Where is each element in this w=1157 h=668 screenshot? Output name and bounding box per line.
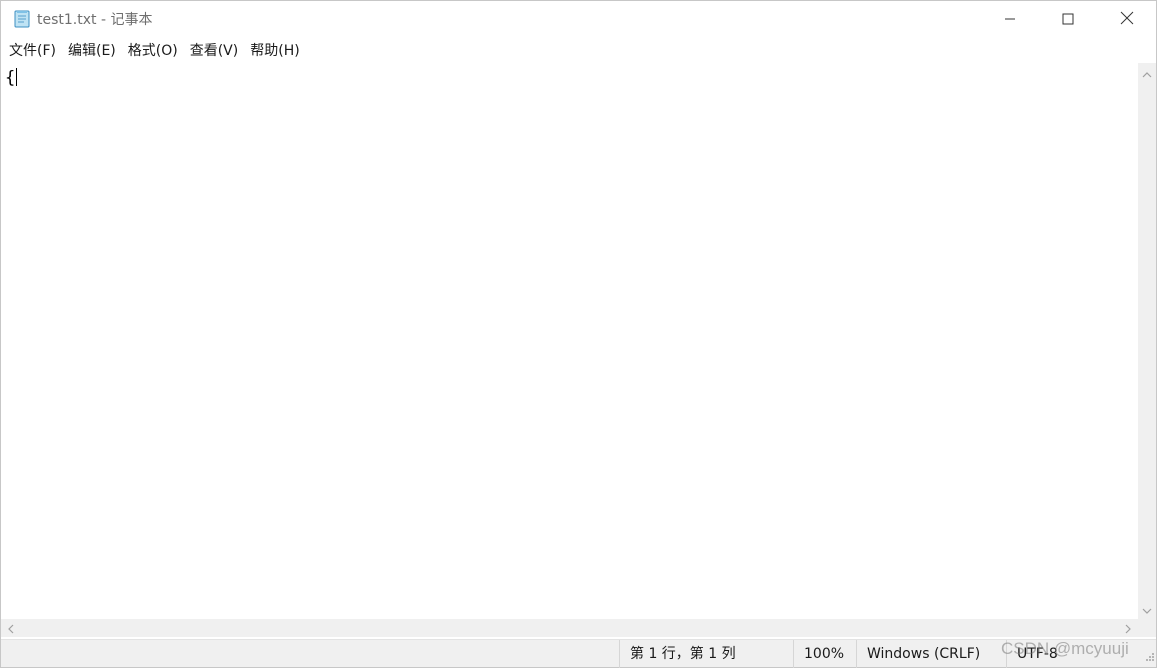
chevron-left-icon — [7, 619, 15, 638]
title-bar[interactable]: test1.txt - 记事本 — [1, 1, 1156, 39]
text-editor[interactable]: { — [1, 63, 1138, 619]
chevron-up-icon — [1142, 64, 1152, 83]
scroll-up-button[interactable] — [1138, 63, 1156, 83]
menu-edit[interactable]: 编辑(E) — [62, 40, 122, 62]
menu-file[interactable]: 文件(F) — [3, 40, 62, 62]
window-title: test1.txt - 记事本 — [37, 12, 153, 28]
close-icon — [1120, 10, 1134, 29]
close-button[interactable] — [1098, 1, 1156, 37]
vertical-scrollbar[interactable] — [1138, 63, 1156, 619]
status-cursor-position: 第 1 行，第 1 列 — [619, 640, 793, 668]
menu-bar: 文件(F) 编辑(E) 格式(O) 查看(V) 帮助(H) — [1, 39, 1156, 63]
status-line-ending: Windows (CRLF) — [856, 640, 1006, 668]
status-zoom: 100% — [793, 640, 856, 668]
maximize-icon — [1062, 10, 1074, 29]
scroll-down-button[interactable] — [1138, 599, 1156, 619]
scroll-right-button[interactable] — [1118, 619, 1138, 637]
menu-format[interactable]: 格式(O) — [122, 40, 184, 62]
menu-view[interactable]: 查看(V) — [184, 40, 245, 62]
text-caret — [16, 68, 18, 86]
minimize-icon — [1004, 10, 1016, 29]
notepad-window: test1.txt - 记事本 文件(F) 编辑(E) 格式(O) 查看(V) … — [0, 0, 1157, 668]
chevron-down-icon — [1142, 600, 1152, 619]
chevron-right-icon — [1124, 619, 1132, 638]
watermark: CSDN @mcyuuji — [1001, 639, 1129, 658]
notepad-icon — [12, 9, 32, 29]
horizontal-scrollbar[interactable] — [1, 619, 1138, 637]
editor-content: { — [5, 68, 16, 88]
scrollbar-corner — [1138, 619, 1156, 637]
minimize-button[interactable] — [981, 1, 1039, 37]
maximize-button[interactable] — [1039, 1, 1097, 37]
editor-content-line[interactable]: { — [5, 67, 18, 89]
menu-help[interactable]: 帮助(H) — [244, 40, 305, 62]
status-bar: 第 1 行，第 1 列 100% Windows (CRLF) UTF-8 — [1, 639, 1156, 668]
resize-grip-icon[interactable] — [1141, 649, 1155, 663]
scroll-left-button[interactable] — [1, 619, 21, 637]
